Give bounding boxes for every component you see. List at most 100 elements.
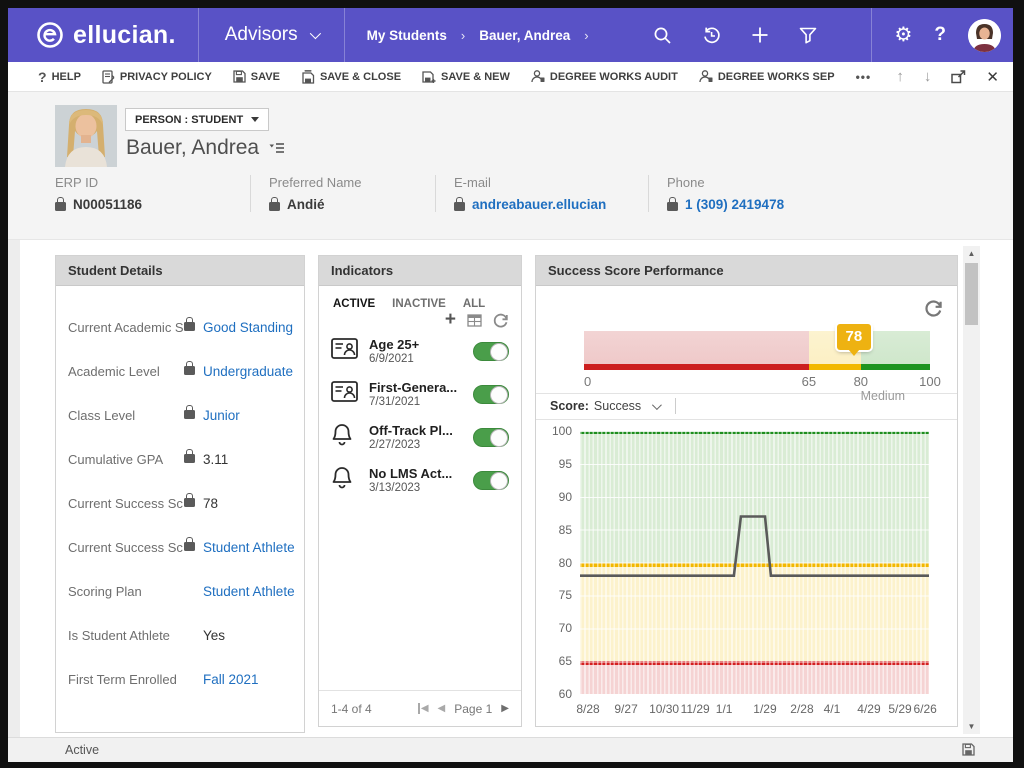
recent-items-icon[interactable] [702, 26, 721, 45]
tab-all[interactable]: ALL [463, 298, 485, 310]
indicator-toggle[interactable] [473, 428, 509, 447]
field-row: Is Student AthleteYes [68, 626, 294, 644]
refresh-icon[interactable] [925, 300, 943, 322]
gauge-zone [861, 331, 930, 370]
lock-icon [184, 454, 195, 463]
help-icon[interactable]: ? [934, 24, 946, 46]
success-score-gauge: 78 06580100 Medium [584, 331, 930, 390]
previous-page-icon[interactable]: ◀ [438, 703, 446, 714]
grid-view-icon[interactable] [467, 314, 482, 327]
user-avatar[interactable] [968, 19, 1001, 52]
privacy-policy-button[interactable]: PRIVACY POLICY [102, 70, 212, 84]
id-card-icon [331, 338, 369, 364]
indicator-date: 7/31/2021 [369, 396, 473, 408]
student-details-body: Current Academic S Good Standing Academic … [56, 286, 304, 688]
field-value[interactable]: Student Athlete [203, 584, 294, 599]
x-axis-label: 1/29 [753, 702, 776, 716]
chevron-down-icon[interactable] [652, 400, 662, 410]
filter-icon[interactable] [799, 27, 817, 44]
caret-down-icon [251, 117, 259, 122]
tab-inactive[interactable]: INACTIVE [392, 298, 446, 310]
ellucian-logo[interactable]: ellucian. [8, 21, 176, 50]
breadcrumb: My Students › Bauer, Andrea › [345, 28, 589, 43]
indicator-list: Age 25+6/9/2021First-Genera...7/31/2021O… [319, 328, 521, 497]
scroll-up-icon[interactable]: ▲ [963, 246, 980, 261]
field-row: Academic Level Undergraduate [68, 362, 294, 380]
next-page-icon[interactable]: ▶ [501, 703, 509, 714]
entity-type-selector[interactable]: PERSON : STUDENT [125, 108, 269, 131]
breadcrumb-student-name[interactable]: Bauer, Andrea [479, 28, 570, 43]
indicator-toggle[interactable] [473, 342, 509, 361]
summary-fields: ERP ID N00051186 Preferred Name Andié E-… [55, 175, 868, 212]
logo-wordmark: ellucian. [73, 21, 176, 50]
settings-gear-icon[interactable]: ⚙ [894, 25, 912, 45]
field-label: Academic Level [68, 364, 184, 379]
add-indicator-icon[interactable]: + [445, 312, 456, 328]
vertical-scrollbar[interactable]: ▲ ▼ [963, 246, 980, 734]
save-status-icon[interactable] [962, 743, 975, 759]
app-switcher[interactable]: Advisors [199, 8, 344, 62]
phone-link[interactable]: 1 (309) 2419478 [685, 197, 784, 212]
indicator-actions: + [319, 310, 521, 328]
score-line-series [580, 517, 929, 576]
y-axis-label: 60 [544, 687, 572, 701]
search-icon[interactable] [653, 26, 672, 45]
degree-works-audit-button[interactable]: DEGREE WORKS AUDIT [531, 70, 678, 83]
x-axis-label: 10/30 [649, 702, 679, 716]
next-record-icon[interactable]: ↓ [924, 68, 932, 85]
pagination-range: 1-4 of 4 [331, 702, 372, 716]
indicator-item: Age 25+6/9/2021 [331, 334, 509, 368]
person-icon [699, 70, 713, 83]
success-score-panel: Success Score Performance 78 06580100 Me… [535, 255, 958, 727]
privacy-doc-icon [102, 70, 115, 84]
field-value[interactable]: Good Standing [203, 320, 294, 335]
lock-icon [184, 366, 195, 375]
save-and-close-button[interactable]: SAVE & CLOSE [301, 70, 401, 84]
view-switcher-icon[interactable] [269, 142, 285, 154]
save-and-new-button[interactable]: SAVE & NEW [422, 70, 510, 84]
save-button[interactable]: SAVE [233, 70, 280, 83]
indicator-item: First-Genera...7/31/2021 [331, 377, 509, 411]
previous-record-icon[interactable]: ↑ [896, 68, 904, 85]
field-email: E-mail andreabauer.ellucian [435, 175, 648, 212]
field-value[interactable]: Student Athlete [203, 540, 294, 555]
x-axis-label: 6/26 [913, 702, 936, 716]
email-link[interactable]: andreabauer.ellucian [472, 197, 606, 212]
y-axis-label: 85 [544, 523, 572, 537]
panel-title: Student Details [56, 256, 304, 286]
record-status: Active [8, 743, 99, 757]
breadcrumb-my-students[interactable]: My Students [367, 28, 447, 43]
indicator-toggle[interactable] [473, 385, 509, 404]
lock-icon [184, 542, 195, 551]
indicator-date: 3/13/2023 [369, 482, 473, 494]
field-label: Current Academic S [68, 320, 184, 335]
field-value[interactable]: Junior [203, 408, 294, 423]
scroll-down-icon[interactable]: ▼ [963, 719, 980, 734]
field-row: Cumulative GPA3.11 [68, 450, 294, 468]
add-icon[interactable] [751, 26, 769, 44]
popout-icon[interactable] [951, 70, 966, 84]
field-label: Scoring Plan [68, 584, 184, 599]
y-axis-label: 100 [544, 424, 572, 438]
help-button[interactable]: ? HELP [38, 69, 81, 85]
field-value[interactable]: Undergraduate [203, 364, 294, 379]
first-page-icon[interactable]: ◀ [418, 703, 429, 714]
lock-icon [184, 322, 195, 331]
refresh-icon[interactable] [493, 313, 509, 328]
more-commands-button[interactable]: ••• [856, 70, 872, 84]
indicator-name: No LMS Act... [369, 466, 473, 481]
indicator-name: Age 25+ [369, 337, 473, 352]
indicator-name: First-Genera... [369, 380, 473, 395]
scrollbar-thumb[interactable] [965, 263, 978, 325]
tab-active[interactable]: ACTIVE [333, 298, 375, 310]
x-axis-label: 5/29 [888, 702, 911, 716]
indicator-toggle[interactable] [473, 471, 509, 490]
close-icon[interactable]: ✕ [986, 68, 999, 86]
field-row: Current Academic S Good Standing [68, 318, 294, 336]
x-axis-label: 4/29 [857, 702, 880, 716]
degree-works-sep-button[interactable]: DEGREE WORKS SEP [699, 70, 835, 83]
field-value: 3.11 [203, 452, 294, 467]
field-value[interactable]: Fall 2021 [203, 672, 294, 687]
indicator-date: 2/27/2023 [369, 439, 473, 451]
gauge-scale: 06580100 [584, 374, 930, 390]
